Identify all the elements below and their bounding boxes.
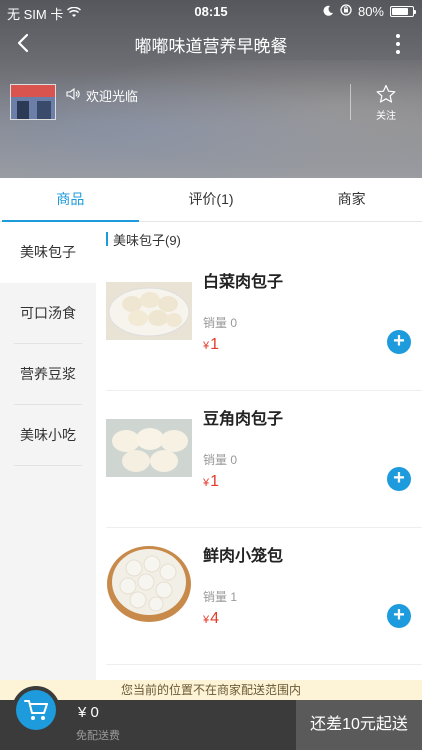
add-to-cart-button[interactable]: + [387, 604, 411, 628]
delivery-fee: 免配送费 [76, 730, 120, 742]
cart-total: ¥ 0 [78, 704, 99, 721]
battery-icon [390, 6, 416, 17]
price-value: 1 [210, 473, 220, 490]
section-marker [106, 232, 108, 246]
welcome-notice: 欢迎光临 [66, 86, 138, 105]
product-name: 白菜肉包子 [203, 274, 284, 291]
product-sales: 销量 1 [203, 590, 238, 604]
product-price: ¥4 [203, 610, 219, 628]
product-item[interactable]: 豆角肉包子 销量 0 ¥1 + [96, 391, 422, 528]
product-item[interactable]: 白菜肉包子 销量 0 ¥1 + [96, 254, 422, 391]
price-value: 1 [210, 336, 220, 353]
more-button[interactable] [388, 30, 408, 58]
product-image [106, 542, 192, 624]
header-divider [350, 84, 351, 120]
store-info: 欢迎光临 关注 [0, 78, 422, 138]
section-title: 美味包子(9) [113, 232, 181, 248]
star-icon [376, 84, 396, 103]
cart-icon [16, 690, 56, 730]
sidebar-item-buns[interactable]: 美味包子 [0, 222, 96, 283]
product-price: ¥1 [203, 336, 219, 354]
product-name: 豆角肉包子 [203, 411, 284, 428]
category-sidebar: 美味包子 可口汤食 营养豆浆 美味小吃 [0, 222, 96, 680]
cart-button[interactable] [12, 686, 60, 734]
battery-percent: 80% [357, 4, 384, 19]
tab-products[interactable]: 商品 [0, 178, 141, 222]
rotation-lock-icon [340, 4, 352, 19]
price-value: 4 [210, 610, 220, 627]
price-currency: ¥ [203, 340, 210, 352]
follow-button[interactable]: 关注 [366, 84, 406, 122]
tab-reviews[interactable]: 评价(1) [141, 178, 282, 221]
battery-fill [392, 8, 408, 15]
section-header: 美味包子(9) [106, 230, 181, 248]
tab-merchant[interactable]: 商家 [281, 178, 422, 221]
sidebar-item-soymilk[interactable]: 营养豆浆 [0, 344, 96, 405]
moon-icon [323, 4, 334, 19]
welcome-text: 欢迎光临 [86, 89, 139, 104]
speaker-icon [66, 87, 80, 103]
more-dots-icon [396, 34, 400, 38]
nav-bar: 嘟嘟味道营养早晚餐 [0, 22, 422, 66]
status-right: 80% [323, 4, 416, 19]
sidebar-item-snacks[interactable]: 美味小吃 [0, 405, 96, 466]
sidebar-item-soups[interactable]: 可口汤食 [0, 283, 96, 344]
store-header: 无 SIM 卡 08:15 80% 嘟嘟味道营养早晚餐 欢迎光临 关注 [0, 0, 422, 178]
product-price: ¥1 [203, 473, 219, 491]
tab-bar: 商品 评价(1) 商家 [0, 178, 422, 222]
plus-icon: + [393, 604, 405, 626]
cart-bar: ¥ 0 免配送费 还差10元起送 [0, 686, 422, 750]
store-photo [10, 84, 56, 120]
product-sales: 销量 0 [203, 316, 238, 330]
product-item[interactable]: 鲜肉小笼包 销量 1 ¥4 + [96, 528, 422, 665]
status-bar: 无 SIM 卡 08:15 80% [0, 0, 422, 22]
product-sales: 销量 0 [203, 453, 238, 467]
product-image [106, 419, 192, 477]
follow-label: 关注 [376, 111, 396, 122]
page-title: 嘟嘟味道营养早晚餐 [134, 37, 288, 56]
delivery-notice: 您当前的位置不在商家配送范围内 [0, 680, 422, 700]
add-to-cart-button[interactable]: + [387, 330, 411, 354]
product-image [106, 282, 192, 340]
add-to-cart-button[interactable]: + [387, 467, 411, 491]
plus-icon: + [393, 330, 405, 352]
price-currency: ¥ [203, 614, 210, 626]
product-name: 鲜肉小笼包 [203, 548, 284, 565]
plus-icon: + [393, 467, 405, 489]
price-currency: ¥ [203, 477, 210, 489]
checkout-button[interactable]: 还差10元起送 [296, 700, 422, 750]
product-list: 美味包子(9) 白菜肉包子 销量 0 ¥1 + 豆角肉包子 销量 0 ¥1 + … [96, 222, 422, 680]
